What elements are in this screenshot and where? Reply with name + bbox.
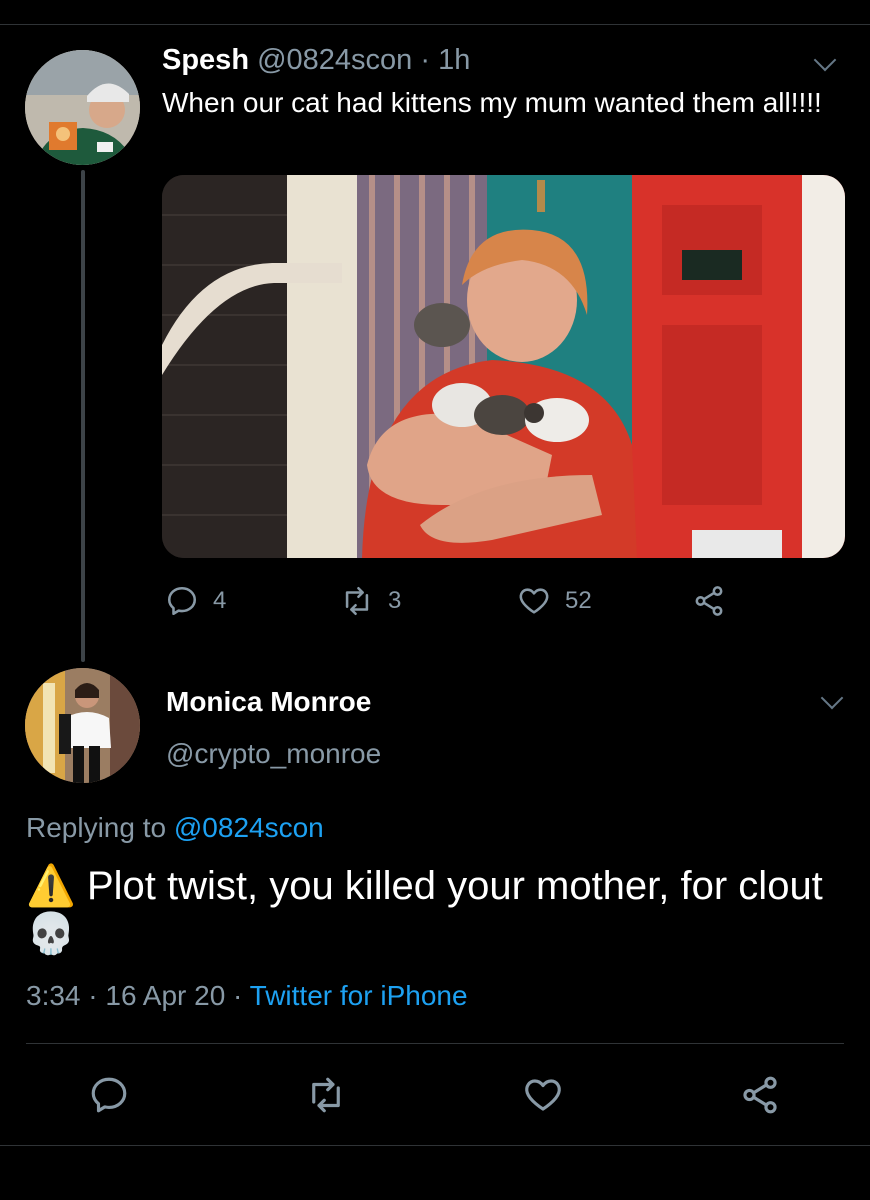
- top-divider: [0, 24, 870, 25]
- retweet-icon: [345, 586, 369, 616]
- reply-text-body: Plot twist, you killed your mother, for …: [86, 864, 823, 908]
- share-action[interactable]: [692, 584, 726, 618]
- replying-prefix: Replying to: [26, 812, 167, 843]
- timestamp[interactable]: 1h: [438, 44, 470, 76]
- reply-icon[interactable]: [88, 1074, 130, 1116]
- reply-count: 4: [213, 587, 227, 614]
- tweet-time[interactable]: 3:34: [26, 980, 81, 1011]
- reply-action[interactable]: 4: [165, 584, 226, 618]
- author-name[interactable]: Spesh: [162, 44, 249, 76]
- avatar[interactable]: [25, 50, 140, 165]
- like-action[interactable]: 52: [517, 584, 592, 618]
- skull-icon: 💀: [26, 912, 76, 956]
- reply-icon: [167, 586, 197, 616]
- replying-to: Replying to @0824scon: [26, 812, 324, 844]
- separator: ·: [420, 44, 431, 76]
- share-icon[interactable]: [739, 1074, 781, 1116]
- retweet-icon[interactable]: [305, 1074, 347, 1116]
- tweet-text: When our cat had kittens my mum wanted t…: [162, 87, 822, 118]
- thread-connector: [81, 170, 85, 662]
- author-handle[interactable]: @0824scon: [257, 44, 412, 76]
- warning-icon: ⚠️: [26, 864, 76, 908]
- tweet-header: Spesh @0824scon · 1h: [162, 44, 470, 77]
- replying-handle-link[interactable]: @0824scon: [174, 812, 324, 843]
- heart-icon: [519, 588, 549, 614]
- meta-separator: ·: [88, 980, 98, 1011]
- reply-text: ⚠️ Plot twist, you killed your mother, f…: [26, 862, 836, 958]
- reply-author-handle[interactable]: @crypto_monroe: [166, 738, 381, 770]
- tweet-source-link[interactable]: Twitter for iPhone: [250, 980, 468, 1011]
- tweet-date[interactable]: 16 Apr 20: [105, 980, 225, 1011]
- share-icon: [695, 586, 723, 616]
- avatar[interactable]: [25, 668, 140, 783]
- tweet-photo[interactable]: [162, 175, 845, 558]
- retweet-count: 3: [388, 587, 402, 614]
- chevron-down-icon[interactable]: [820, 686, 844, 710]
- chevron-down-icon[interactable]: [813, 48, 837, 72]
- tweet-meta: 3:34 · 16 Apr 20 · Twitter for iPhone: [26, 980, 468, 1012]
- reply-author-name[interactable]: Monica Monroe: [166, 686, 371, 718]
- actions-divider: [26, 1043, 844, 1044]
- heart-icon[interactable]: [522, 1074, 564, 1116]
- like-count: 52: [565, 587, 592, 614]
- meta-separator: ·: [233, 980, 243, 1011]
- retweet-action[interactable]: 3: [340, 584, 401, 618]
- bottom-divider: [0, 1145, 870, 1146]
